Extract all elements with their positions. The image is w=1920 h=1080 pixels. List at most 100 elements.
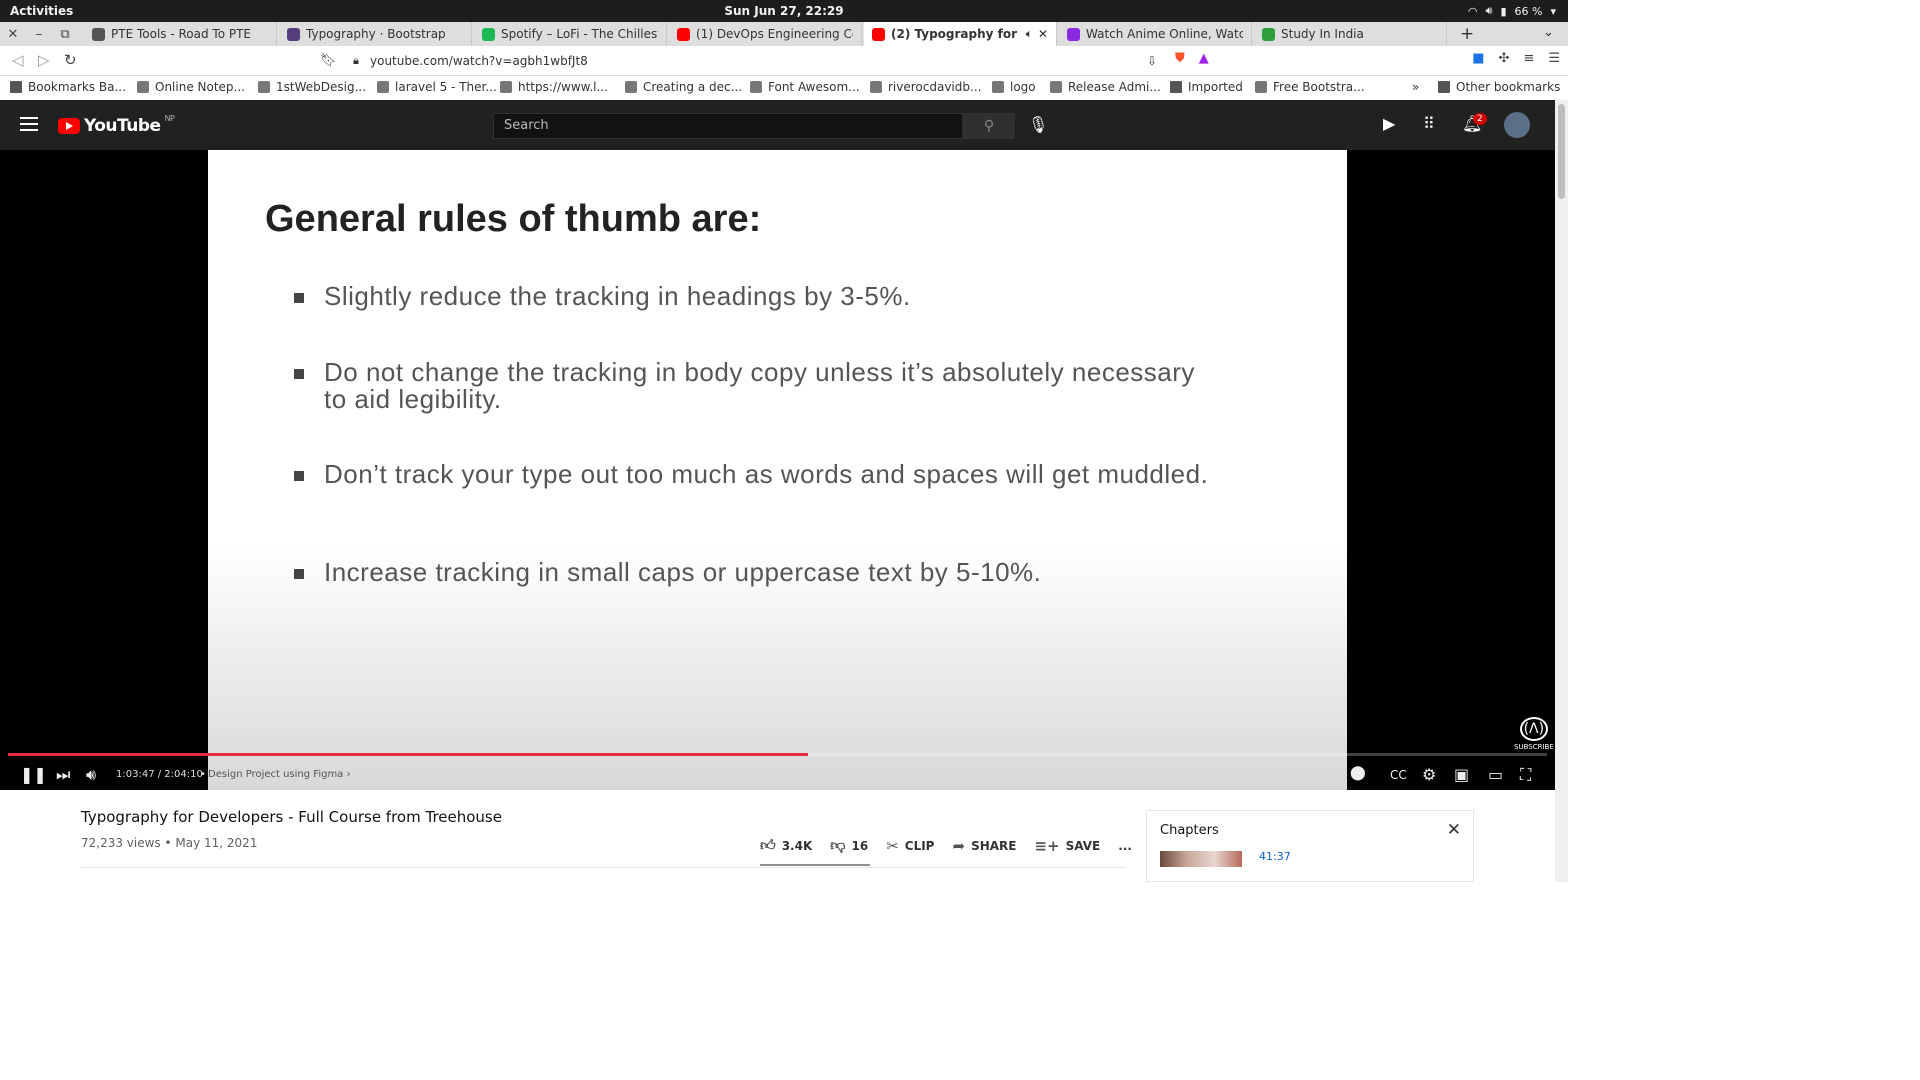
folder-icon	[1170, 81, 1182, 93]
bookmark-item[interactable]: Creating a dec...	[625, 80, 742, 94]
search-input[interactable]: Search	[493, 113, 963, 139]
chapter-title: Design Project using Figma	[208, 769, 344, 780]
github-icon	[870, 81, 882, 93]
apps-grid-icon[interactable]: ⠿	[1423, 114, 1435, 133]
theater-mode-button[interactable]: ▭	[1488, 765, 1503, 784]
tab-list-button[interactable]: ⌄	[1543, 25, 1554, 40]
thumbs-down-icon: 👎︎	[830, 836, 846, 854]
url-text[interactable]: youtube.com/watch?v=agbh1wbfJt8	[370, 54, 588, 68]
folder-icon	[10, 81, 22, 93]
hamburger-menu-icon[interactable]	[20, 117, 38, 131]
fullscreen-button[interactable]: ⛶	[1520, 765, 1531, 785]
create-video-icon[interactable]: ▶︎	[1383, 114, 1395, 133]
system-tray[interactable]: ◠ 🔊︎ ▮ 66 % ▾	[1468, 4, 1556, 18]
browser-tab[interactable]: Study In India	[1254, 22, 1447, 46]
search-button[interactable]: ⚲	[963, 113, 1015, 139]
bookmarks-bar: Bookmarks Ba... Online Notep... 1stWebDesi…	[0, 76, 1568, 100]
puzzle-icon[interactable]: ✣	[1499, 51, 1510, 66]
scrollbar-thumb[interactable]	[1558, 104, 1565, 199]
browser-tab[interactable]: (1) DevOps Engineering Cour	[669, 22, 862, 46]
playlist-icon[interactable]: ≡	[1523, 51, 1534, 66]
like-ratio-bar	[760, 864, 870, 866]
url-bar[interactable]: 🔒︎ youtube.com/watch?v=agbh1wbfJt8 ⇩	[315, 50, 1165, 72]
window-close-button[interactable]: ✕	[0, 27, 26, 42]
reload-button[interactable]: ↻	[64, 51, 77, 69]
tab-audio-icon[interactable]: 🔈︎	[1026, 29, 1032, 40]
youtube-logo[interactable]: YouTube NP	[58, 113, 175, 136]
bookmark-item[interactable]: laravel 5 - Ther...	[377, 80, 497, 94]
browser-tab[interactable]: Watch Anime Online, Watch E	[1059, 22, 1252, 46]
back-button[interactable]: ◁	[12, 51, 24, 69]
bookmark-item[interactable]: 1stWebDesig...	[258, 80, 366, 94]
chapter-timestamp[interactable]: 41:37	[1259, 850, 1291, 863]
bookmark-item[interactable]: Free Bootstra...	[1255, 80, 1365, 94]
miniplayer-button[interactable]: ▣	[1454, 765, 1469, 784]
close-icon[interactable]: ✕	[1447, 820, 1461, 840]
chevron-down-icon: ▾	[1550, 4, 1556, 18]
progress-played	[8, 753, 809, 756]
pause-button[interactable]: ❚❚	[20, 765, 47, 784]
lock-icon: 🔒︎	[353, 54, 359, 67]
settings-gear-icon[interactable]: ⚙	[1422, 765, 1436, 784]
system-clock[interactable]: Sun Jun 27, 22:29	[0, 4, 1568, 18]
brave-shield-icon[interactable]: ⛊	[1175, 51, 1185, 66]
captions-button[interactable]: CC	[1390, 768, 1407, 782]
volume-button[interactable]: 🔊︎	[86, 765, 96, 785]
chapter-thumbnail[interactable]	[1160, 851, 1242, 867]
avatar[interactable]	[1504, 112, 1530, 138]
bookmark-item[interactable]: https://www.l...	[500, 80, 608, 94]
install-app-icon[interactable]: ⇩	[1147, 54, 1157, 68]
browser-tab[interactable]: Typography · Bootstrap	[279, 22, 472, 46]
menu-icon[interactable]: ☰	[1548, 51, 1560, 66]
bookmark-item[interactable]: Imported	[1170, 80, 1243, 94]
shield-extension-group: ⛊ ▲	[1175, 51, 1209, 66]
page-scrollbar[interactable]	[1555, 100, 1568, 882]
more-dots-icon: ...	[1118, 838, 1132, 853]
browser-tab[interactable]: PTE Tools - Road To PTE	[84, 22, 277, 46]
volume-icon: 🔊︎	[1485, 4, 1493, 17]
bookmark-label: 1stWebDesig...	[276, 80, 367, 94]
like-button[interactable]: 👍︎ 3.4K	[760, 836, 812, 855]
more-actions-button[interactable]: ...	[1118, 836, 1132, 855]
bookmarks-overflow-button[interactable]: »	[1412, 80, 1419, 94]
video-progress-bar[interactable]	[8, 753, 1547, 756]
address-toolbar: ◁ ▷ ↻ 🔖︎ 🔒︎ youtube.com/watch?v=agbh1wbf…	[0, 46, 1568, 76]
globe-icon	[992, 81, 1004, 93]
next-button[interactable]: ⏭︎	[56, 765, 70, 785]
bookmark-item[interactable]: riverocdavidb...	[870, 80, 981, 94]
slide-heading: General rules of thumb are:	[265, 198, 762, 240]
window-restore-button[interactable]: ⧉	[52, 27, 78, 42]
bookmark-label: Bookmarks Ba...	[28, 80, 126, 94]
channel-watermark[interactable]: (Λ) SUBSCRIBE	[1514, 717, 1554, 751]
browser-tab[interactable]: (2) Typography for Dev 🔈︎ ✕	[864, 22, 1057, 46]
bookmark-item[interactable]: logo	[992, 80, 1036, 94]
dislike-button[interactable]: 👎︎ 16	[830, 836, 868, 855]
share-button[interactable]: ➦ SHARE	[952, 836, 1016, 855]
bookmark-item[interactable]: Release Admi...	[1050, 80, 1161, 94]
new-tab-button[interactable]: +	[1460, 24, 1474, 44]
chapter-title-button[interactable]: Design Project using Figma ›	[208, 769, 351, 780]
tab-close-icon[interactable]: ✕	[1038, 27, 1048, 41]
video-player[interactable]: General rules of thumb are: Slightly red…	[0, 150, 1555, 790]
tab-title: Spotify – LoFi - The Chillest pla	[501, 27, 658, 41]
share-arrow-icon: ➦	[952, 836, 966, 855]
region-code: NP	[164, 113, 175, 123]
browser-tab[interactable]: Spotify – LoFi - The Chillest pla	[474, 22, 667, 46]
window-minimize-button[interactable]: –	[26, 27, 52, 42]
rewards-icon[interactable]: ▲	[1199, 51, 1209, 66]
autoplay-toggle[interactable]: ⬤	[1350, 765, 1366, 781]
search-icon: ⚲	[983, 118, 995, 134]
forward-button[interactable]: ▷	[38, 51, 50, 69]
slide-bullet: Don’t track your type out too much as wo…	[294, 461, 1224, 488]
microphone-icon[interactable]: 🎙︎	[1028, 115, 1048, 134]
bookmark-item[interactable]: Bookmarks Ba...	[10, 80, 126, 94]
youtube-logo-text: YouTube	[84, 116, 161, 136]
bookmark-item[interactable]: Other bookmarks	[1438, 80, 1560, 94]
tab-favicon-icon	[1067, 27, 1080, 41]
save-button[interactable]: ≡+ SAVE	[1034, 836, 1100, 855]
bookmark-label: Free Bootstra...	[1273, 80, 1365, 94]
bookmark-item[interactable]: Font Awesom...	[750, 80, 860, 94]
clip-button[interactable]: ✂ CLIP	[886, 836, 934, 855]
extension-f-icon[interactable]: ■	[1472, 51, 1484, 66]
bookmark-item[interactable]: Online Notep...	[137, 80, 245, 94]
